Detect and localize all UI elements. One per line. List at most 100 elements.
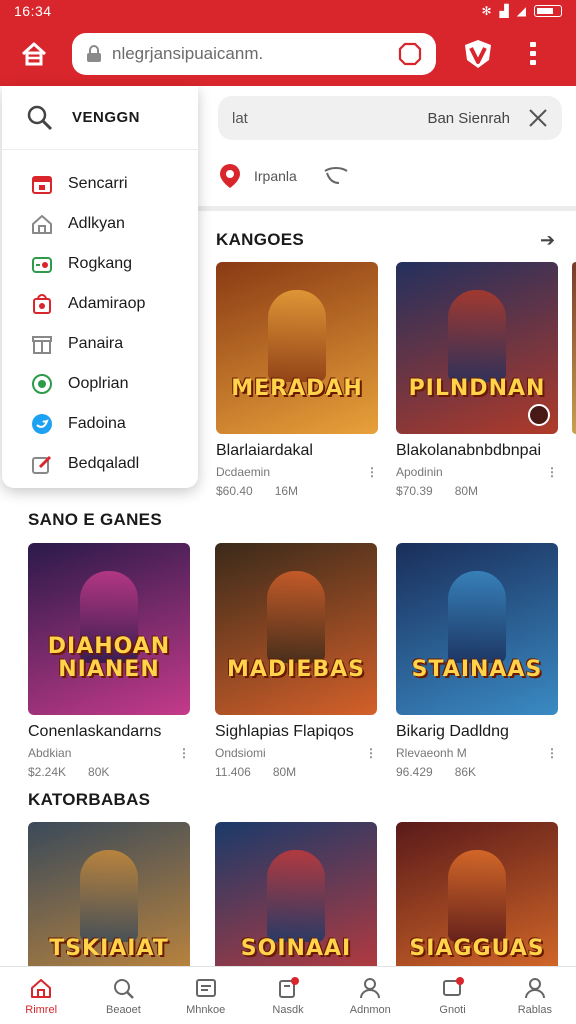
game-thumbnail[interactable]: MERADAH [216,262,378,434]
game-card[interactable]: PILNDNAN Blakolanabnbdbnpai Apodinin ⋮ $70.3… [396,262,558,498]
calendar-icon [30,172,54,196]
globe-icon [30,372,54,396]
nav-item-notification[interactable]: Nasdk [247,967,329,1024]
more-options-icon[interactable]: ⋮ [544,465,558,479]
browser-toolbar: nlegrjansipuaicanm. [0,22,576,86]
game-thumbnail[interactable]: PILNDNAN [396,262,558,434]
dropdown-item[interactable]: Ooplrian [2,364,198,404]
location-label: Irpanla [254,168,297,184]
dropdown-item-label: Ooplrian [68,375,129,392]
section-title-1: KANGOES [216,230,305,249]
dropdown-item-label: Panaira [68,335,124,352]
game-meta: Ondsiomi ⋮ [215,745,377,761]
game-meta: Abdkian ⋮ [28,745,190,761]
phone-icon[interactable] [321,165,351,187]
character-art [448,290,506,382]
chevron-right-icon[interactable]: ➔ [540,230,555,251]
dropdown-item[interactable]: Sencarri [2,164,198,204]
brand-shield-icon [465,40,491,68]
game-size: 80M [454,484,479,498]
nav-item-search[interactable]: Beaoet [82,967,164,1024]
nav-label: Adnmon [349,1004,391,1016]
dropdown-item[interactable]: Fadoina [2,404,198,444]
game-title: Sighlapias Flapiqos [215,723,354,740]
battery-icon [534,5,562,17]
search-query: lat [232,109,248,127]
game-price: $60.40 [216,484,253,498]
game-logo: DIAHOAN NIANEN [47,633,171,682]
game-card[interactable]: STAINAAS Bikarig Dadldng Rlevaeonh M ⋮ 96.42… [396,543,558,779]
nav-label: Rablas [517,1004,552,1016]
game-icon [30,252,54,276]
game-stats: $2.24K 80K [28,765,190,779]
location-row[interactable]: Irpanla [216,162,351,190]
game-thumbnail[interactable]: MADIEBAS [215,543,377,715]
search-input[interactable]: lat Ban Sienrah [218,96,562,140]
brand-button[interactable] [458,34,498,74]
game-price: $70.39 [396,484,433,498]
dropdown-item[interactable]: Panaira [2,324,198,364]
status-time: 16:34 [14,3,52,19]
nav-item-user[interactable]: Adnmon [329,967,411,1024]
game-card[interactable]: MERADAH Blarlaiardakal Dcdaemin ⋮ $60.40 16M [216,262,378,498]
home-button[interactable] [12,32,56,76]
signal-icon: ▟ [499,4,509,18]
game-thumbnail[interactable]: STAINAAS [396,543,558,715]
close-icon[interactable] [528,108,548,128]
home-icon [30,212,54,236]
dropdown-header[interactable]: VENGGN [2,86,198,150]
status-icons: ✻ ▟ ◢ [481,4,562,18]
dropdown-item[interactable]: Adamiraop [2,284,198,324]
dropdown-item-label: Rogkang [68,255,133,272]
nav-item-home[interactable]: Rimrel [0,967,82,1024]
lock-icon [87,45,101,62]
bag-icon [30,292,54,316]
edit-icon [30,452,54,476]
twitter-icon [30,412,54,436]
character-art [448,850,506,942]
nav-item-list[interactable]: Mhnkoe [165,967,247,1024]
game-price: 11.406 [215,765,251,779]
gift-icon [30,332,54,356]
dropdown-item[interactable]: Bedqaladl [2,444,198,484]
game-logo: TSKIAIAT [49,935,169,961]
character-art [80,850,138,942]
dropdown-item[interactable]: Rogkang [2,244,198,284]
game-stats: $60.40 16M [216,484,378,498]
more-options-icon[interactable]: ⋮ [363,746,377,760]
next-card-peek[interactable] [572,262,576,434]
dropdown-item-label: Adlkyan [68,215,125,232]
game-meta: Dcdaemin ⋮ [216,464,378,480]
url-bar[interactable]: nlegrjansipuaicanm. [72,33,436,75]
game-size: 16M [274,484,299,498]
search-icon [110,975,136,1001]
nav-label: Mhnkoe [186,1004,226,1016]
game-card[interactable]: MADIEBAS Sighlapias Flapiqos Ondsiomi ⋮ 11.4… [215,543,377,779]
play-badge-icon[interactable] [528,404,550,426]
game-size: 80K [88,765,110,779]
game-title: Blarlaiardakal [216,442,313,459]
search-hint: Ban Sienrah [427,109,510,127]
game-developer: Rlevaeonh M [396,746,467,760]
more-options-icon[interactable]: ⋮ [176,746,190,760]
more-options-icon[interactable]: ⋮ [544,746,558,760]
game-thumbnail[interactable]: DIAHOAN NIANEN [28,543,190,715]
game-card[interactable]: DIAHOAN NIANEN Conenlaskandarns Abdkian ⋮ $2… [28,543,190,779]
game-logo: MADIEBAS [226,656,366,682]
character-art [267,850,325,942]
game-logo: SIAGGUAS [409,935,545,961]
section-title-3: KATORBABAS [28,790,151,809]
dropdown-item[interactable]: Adlkyan [2,204,198,244]
game-price: 96.429 [396,765,433,779]
nav-item-profile[interactable]: Rablas [494,967,576,1024]
game-logo: PILNDNAN [408,375,546,401]
more-options-icon[interactable]: ⋮ [364,465,378,479]
list-icon [193,975,219,1001]
nav-label: Nasdk [272,1004,304,1016]
nav-item-message[interactable]: Gnoti [411,967,493,1024]
tabs-icon[interactable] [398,42,422,66]
overflow-menu-button[interactable] [518,34,548,74]
section-title-2: SANO E GANES [28,510,162,529]
home-icon [28,975,54,1001]
character-art [448,571,506,663]
